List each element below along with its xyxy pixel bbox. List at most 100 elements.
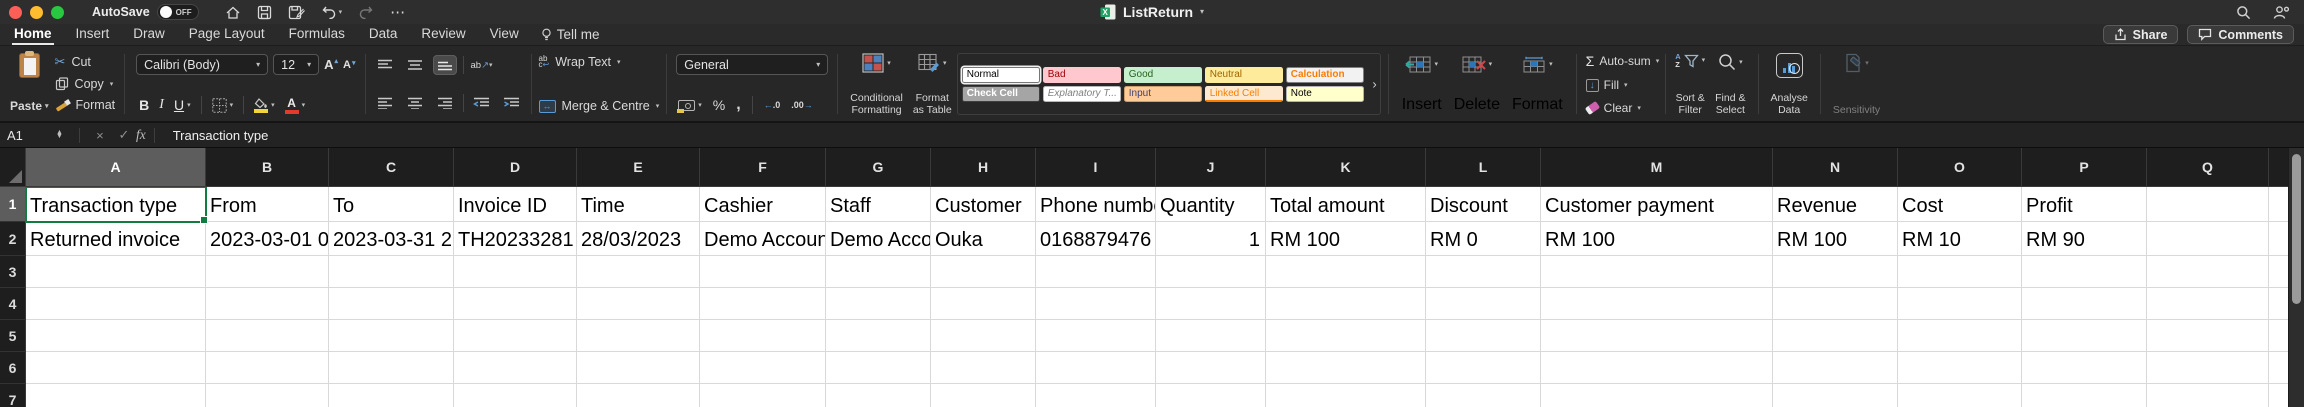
cell-I1[interactable]: Phone number (1036, 187, 1156, 222)
underline-button[interactable]: U▾ (174, 97, 191, 113)
find-select-button[interactable]: ▾ Find & Select (1710, 50, 1750, 118)
align-middle-button[interactable] (403, 55, 427, 75)
delete-cells-button[interactable]: ▾ Delete (1448, 50, 1506, 118)
column-header-A[interactable]: A (26, 148, 206, 187)
gallery-more-arrow[interactable]: › (1372, 77, 1376, 92)
cell-B1[interactable]: From (206, 187, 329, 222)
cell-C4[interactable] (329, 288, 454, 320)
font-name-select[interactable]: Calibri (Body)▾ (136, 54, 268, 75)
cell-E1[interactable]: Time (577, 187, 700, 222)
cell-N1[interactable]: Revenue (1773, 187, 1898, 222)
increase-indent-button[interactable] (500, 93, 524, 113)
cell-A6[interactable] (26, 352, 206, 384)
font-size-select[interactable]: 12▾ (273, 54, 319, 75)
minimize-window-button[interactable] (30, 6, 43, 19)
redo-button[interactable] (358, 5, 374, 19)
cell-H1[interactable]: Customer (931, 187, 1036, 222)
cell-E7[interactable] (577, 384, 700, 407)
comments-button[interactable]: Comments (2187, 25, 2294, 44)
cell-I2[interactable]: 0168879476 (1036, 222, 1156, 256)
cell-B3[interactable] (206, 256, 329, 288)
cell-F4[interactable] (700, 288, 826, 320)
close-window-button[interactable] (9, 6, 22, 19)
cell-H5[interactable] (931, 320, 1036, 352)
cell-L7[interactable] (1426, 384, 1541, 407)
cell-A5[interactable] (26, 320, 206, 352)
cell-E6[interactable] (577, 352, 700, 384)
cell-Q3[interactable] (2147, 256, 2269, 288)
cell-H6[interactable] (931, 352, 1036, 384)
align-right-button[interactable] (433, 93, 457, 113)
cell-N5[interactable] (1773, 320, 1898, 352)
row-header-7[interactable]: 7 (0, 384, 26, 407)
cell-O2[interactable]: RM 10 (1898, 222, 2022, 256)
cell-K4[interactable] (1266, 288, 1426, 320)
save-as-icon[interactable] (288, 5, 305, 20)
cell-O3[interactable] (1898, 256, 2022, 288)
cell-C5[interactable] (329, 320, 454, 352)
cell-E2[interactable]: 28/03/2023 (577, 222, 700, 256)
cell-M5[interactable] (1541, 320, 1773, 352)
decrease-decimal-button[interactable]: .00→ (791, 100, 813, 110)
share-button[interactable]: Share (2103, 25, 2179, 44)
cell-M7[interactable] (1541, 384, 1773, 407)
comma-style-button[interactable]: , (736, 100, 740, 110)
cell-F7[interactable] (700, 384, 826, 407)
tab-home[interactable]: Home (12, 25, 54, 44)
increase-decimal-button[interactable]: ←.0 (764, 100, 781, 110)
document-title[interactable]: ListReturn (1123, 4, 1193, 20)
conditional-formatting-button[interactable]: ▾ Conditional Formatting (845, 50, 908, 118)
cell-L5[interactable] (1426, 320, 1541, 352)
fill-color-button[interactable]: ▾ (254, 98, 275, 113)
undo-button[interactable]: ▾ (321, 5, 343, 19)
row-header-6[interactable]: 6 (0, 352, 26, 384)
cell-K2[interactable]: RM 100 (1266, 222, 1426, 256)
column-header-D[interactable]: D (454, 148, 577, 187)
cell-N6[interactable] (1773, 352, 1898, 384)
borders-button[interactable]: ▾ (212, 98, 234, 113)
cell-I6[interactable] (1036, 352, 1156, 384)
vertical-scrollbar[interactable] (2288, 148, 2304, 407)
cell-C3[interactable] (329, 256, 454, 288)
align-left-button[interactable] (373, 93, 397, 113)
paste-button[interactable]: Paste▾ (6, 50, 53, 118)
cell-D2[interactable]: TH20233281 (454, 222, 577, 256)
cell-O6[interactable] (1898, 352, 2022, 384)
cell-H2[interactable]: Ouka (931, 222, 1036, 256)
wrap-text-button[interactable]: abc↩ Wrap Text▾ (539, 55, 660, 69)
home-icon[interactable] (225, 5, 241, 20)
number-format-select[interactable]: General▾ (676, 54, 828, 75)
cell-C6[interactable] (329, 352, 454, 384)
cell-E5[interactable] (577, 320, 700, 352)
row-header-5[interactable]: 5 (0, 320, 26, 352)
cell-Q5[interactable] (2147, 320, 2269, 352)
cell-L4[interactable] (1426, 288, 1541, 320)
cell-A2[interactable]: Returned invoice (26, 222, 206, 256)
italic-button[interactable]: I (159, 97, 164, 113)
tab-formulas[interactable]: Formulas (287, 25, 347, 44)
confirm-entry-button[interactable]: ✓ (112, 127, 136, 143)
cell-D4[interactable] (454, 288, 577, 320)
accounting-format-button[interactable]: ▾ (678, 100, 702, 111)
cell-Q6[interactable] (2147, 352, 2269, 384)
cell-style-bad[interactable]: Bad (1043, 67, 1121, 83)
cell-P7[interactable] (2022, 384, 2147, 407)
cell-F2[interactable]: Demo Accoun (700, 222, 826, 256)
cancel-entry-button[interactable]: × (88, 128, 112, 143)
cell-K6[interactable] (1266, 352, 1426, 384)
cell-P2[interactable]: RM 90 (2022, 222, 2147, 256)
column-header-M[interactable]: M (1541, 148, 1773, 187)
cell-N7[interactable] (1773, 384, 1898, 407)
cell-H3[interactable] (931, 256, 1036, 288)
cell-style-linked-cell[interactable]: Linked Cell (1205, 86, 1283, 102)
name-box-stepper[interactable]: ▲▼ (56, 131, 63, 139)
cell-D3[interactable] (454, 256, 577, 288)
cell-style-note[interactable]: Note (1286, 86, 1364, 102)
copy-button[interactable]: Copy▾ (55, 77, 116, 91)
align-bottom-button[interactable] (433, 55, 457, 75)
cell-M3[interactable] (1541, 256, 1773, 288)
cell-A7[interactable] (26, 384, 206, 407)
cell-G5[interactable] (826, 320, 931, 352)
row-header-2[interactable]: 2 (0, 222, 26, 256)
cell-L2[interactable]: RM 0 (1426, 222, 1541, 256)
